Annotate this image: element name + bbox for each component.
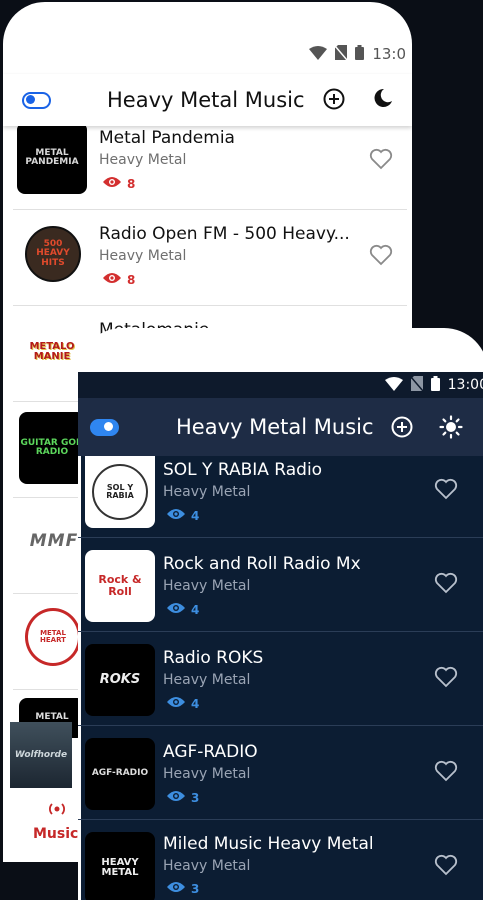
battery-icon bbox=[430, 375, 440, 395]
eye-icon bbox=[167, 881, 185, 896]
station-genre: Heavy Metal bbox=[99, 248, 187, 264]
status-bar: 13:00 bbox=[78, 372, 483, 398]
favorite-heart-icon[interactable] bbox=[434, 572, 458, 598]
wifi-icon bbox=[309, 45, 328, 64]
app-bar: Heavy Metal Music bbox=[3, 74, 412, 126]
station-name: Rock and Roll Radio Mx bbox=[163, 554, 361, 574]
eye-icon bbox=[103, 176, 121, 191]
station-views: 8 bbox=[103, 176, 135, 191]
station-row[interactable]: AGF-RADIO AGF-RADIO Heavy Metal 3 bbox=[78, 726, 483, 820]
add-circle-icon[interactable] bbox=[323, 88, 345, 114]
app-bar: Heavy Metal Music bbox=[78, 398, 483, 456]
station-row[interactable]: SOL Y RABIA SOL Y RABIA Radio Heavy Meta… bbox=[78, 456, 483, 538]
battery-icon bbox=[355, 44, 365, 64]
station-row[interactable]: HEAVY METAL Miled Music Heavy Metal Heav… bbox=[78, 820, 483, 900]
no-sim-icon bbox=[410, 375, 424, 395]
station-genre: Heavy Metal bbox=[163, 484, 251, 500]
eye-icon bbox=[167, 508, 185, 523]
eye-icon bbox=[167, 790, 185, 805]
station-genre: Heavy Metal bbox=[163, 858, 251, 874]
station-name: Miled Music Heavy Metal bbox=[163, 834, 374, 854]
station-logo: 500 HEAVY HITS bbox=[25, 226, 81, 282]
station-views: 3 bbox=[167, 790, 199, 805]
radio-broadcast-icon[interactable] bbox=[48, 800, 66, 822]
favorite-heart-icon[interactable] bbox=[434, 760, 458, 786]
station-logo: GUITAR GOD RADIO bbox=[19, 412, 85, 484]
station-row[interactable]: 500 HEAVY HITS Radio Open FM - 500 Heavy… bbox=[13, 210, 407, 306]
dark-theme-phone: 13:00 Heavy Metal Music SOL Y bbox=[78, 328, 483, 900]
status-time: 13:00 bbox=[447, 377, 483, 393]
add-circle-icon[interactable] bbox=[391, 416, 413, 442]
no-sim-icon bbox=[334, 44, 348, 64]
station-views: 3 bbox=[167, 881, 199, 896]
station-genre: Heavy Metal bbox=[163, 578, 251, 594]
station-logo: Rock & Roll bbox=[85, 550, 155, 622]
station-row[interactable]: METAL PANDEMIA Metal Pandemia Heavy Meta… bbox=[13, 114, 407, 210]
station-row[interactable]: Rock & Roll Rock and Roll Radio Mx Heavy… bbox=[78, 538, 483, 632]
favorite-heart-icon[interactable] bbox=[434, 478, 458, 504]
station-logo: AGF-RADIO bbox=[85, 738, 155, 810]
nav-music-label[interactable]: Music bbox=[33, 826, 78, 842]
station-logo: METAL HEART bbox=[25, 608, 81, 666]
station-logo: METALO MANIE bbox=[29, 340, 75, 362]
station-views: 8 bbox=[103, 272, 135, 287]
dark-mode-moon-icon[interactable] bbox=[372, 87, 394, 113]
station-row[interactable]: ROKS Radio ROKS Heavy Metal 4 bbox=[78, 632, 483, 726]
station-name: Metal Pandemia bbox=[99, 128, 235, 148]
status-bar: 13:0 bbox=[272, 42, 412, 66]
station-name: SOL Y RABIA Radio bbox=[163, 460, 323, 480]
station-views: 4 bbox=[167, 508, 199, 523]
eye-icon bbox=[167, 602, 185, 617]
app-title: Heavy Metal Music bbox=[107, 88, 305, 112]
favorite-heart-icon[interactable] bbox=[434, 854, 458, 880]
light-mode-sun-icon[interactable] bbox=[439, 415, 463, 443]
station-logo: METAL PANDEMIA bbox=[17, 122, 87, 194]
station-views: 4 bbox=[167, 696, 199, 711]
station-logo: ROKS bbox=[85, 644, 155, 716]
favorite-heart-icon[interactable] bbox=[369, 148, 393, 174]
favorite-heart-icon[interactable] bbox=[369, 244, 393, 270]
theme-toggle-icon[interactable] bbox=[22, 91, 51, 109]
eye-icon bbox=[103, 272, 121, 287]
theme-toggle-icon[interactable] bbox=[90, 418, 119, 436]
station-name: Radio Open FM - 500 Heavy... bbox=[99, 224, 350, 244]
wifi-icon bbox=[384, 376, 403, 395]
station-genre: Heavy Metal bbox=[99, 152, 187, 168]
station-name: Radio ROKS bbox=[163, 648, 264, 668]
favorite-heart-icon[interactable] bbox=[434, 666, 458, 692]
eye-icon bbox=[167, 696, 185, 711]
app-title: Heavy Metal Music bbox=[176, 415, 374, 439]
station-genre: Heavy Metal bbox=[163, 766, 251, 782]
station-views: 4 bbox=[167, 602, 199, 617]
station-logo: HEAVY METAL bbox=[85, 832, 155, 900]
station-genre: Heavy Metal bbox=[163, 672, 251, 688]
station-logo: SOL Y RABIA bbox=[85, 456, 155, 528]
now-playing-artwork[interactable]: Wolfhorde bbox=[10, 722, 72, 790]
status-time: 13:0 bbox=[372, 45, 406, 63]
station-name: AGF-RADIO bbox=[163, 742, 258, 762]
